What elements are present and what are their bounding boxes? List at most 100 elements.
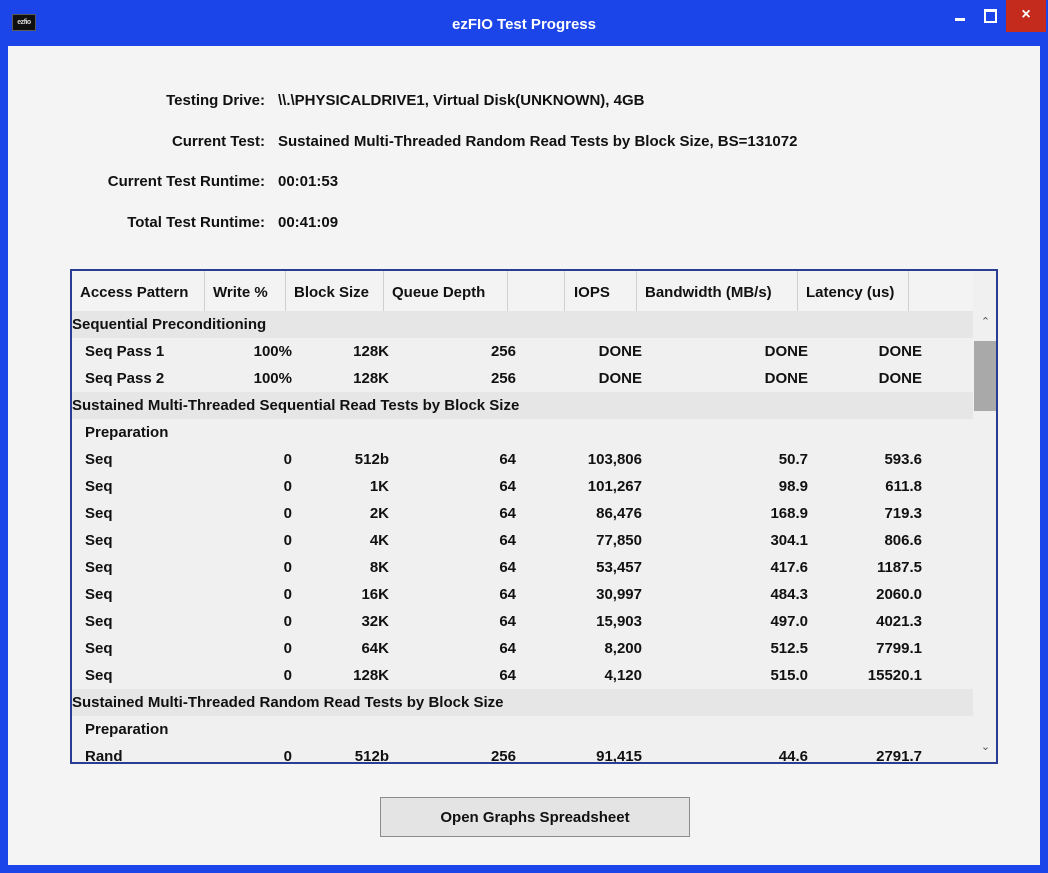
table-row[interactable]: Seq Pass 1 100% 128K 256 DONE DONE DONE [72,338,973,365]
maximize-button[interactable] [976,0,1004,32]
testing-drive-value: \\.\PHYSICALDRIVE1, Virtual Disk(UNKNOWN… [278,92,645,109]
testing-drive-row: Testing Drive: [8,92,265,112]
column-header-access-pattern[interactable]: Access Pattern [72,271,205,311]
iops-cell: 101,267 [587,478,642,495]
group-label: Sustained Multi-Threaded Sequential Read… [72,397,520,414]
write-pct-cell: 0 [283,451,292,468]
table-row[interactable]: Seq Pass 2 100% 128K 256 DONE DONE DONE [72,365,973,392]
block-size-cell: 512b [354,451,389,468]
write-pct-cell: 0 [283,613,292,630]
current-test-row: Current Test: [8,133,265,153]
testing-drive-label: Testing Drive: [166,92,265,109]
current-runtime-value: 00:01:53 [278,173,339,190]
vertical-scrollbar[interactable]: ⌃ ⌄ [973,311,996,762]
iops-cell: 30,997 [596,586,642,603]
results-table[interactable]: Access Pattern Write % Block Size Queue … [70,269,998,764]
subgroup-row[interactable]: Preparation [72,716,973,743]
scroll-down-icon[interactable]: ⌄ [973,740,996,760]
queue-depth-cell: 256 [490,748,516,764]
block-size-cell: 4K [369,532,389,549]
group-row[interactable]: Sequential Preconditioning [72,311,973,338]
queue-depth-cell: 64 [499,532,516,549]
bandwidth-cell: DONE [764,370,808,387]
bandwidth-cell: DONE [764,343,808,360]
latency-cell: 15520.1 [867,667,922,684]
maximize-icon [984,9,997,23]
write-pct-cell: 0 [283,532,292,549]
bandwidth-cell: 50.7 [778,451,808,468]
table-row[interactable]: Seq 0 1K 64 101,267 98.9 611.8 [72,473,973,500]
table-row[interactable]: Seq 0 4K 64 77,850 304.1 806.6 [72,527,973,554]
table-row[interactable]: Seq 0 32K 64 15,903 497.0 4021.3 [72,608,973,635]
total-runtime-row: Total Test Runtime: [8,214,265,234]
iops-cell: DONE [598,370,642,387]
current-test-label: Current Test: [171,133,265,150]
bandwidth-cell: 512.5 [770,640,808,657]
access-pattern-cell: Seq [85,559,113,576]
table-row[interactable]: Seq 0 512b 64 103,806 50.7 593.6 [72,446,973,473]
bandwidth-cell: 497.0 [770,613,808,630]
bandwidth-cell: 44.6 [778,748,808,764]
access-pattern-cell: Seq [85,586,113,603]
iops-cell: 103,806 [587,451,642,468]
column-header-bandwidth[interactable]: Bandwidth (MB/s) [637,271,798,311]
table-row[interactable]: Seq 0 64K 64 8,200 512.5 7799.1 [72,635,973,662]
latency-cell: 1187.5 [876,559,922,576]
scrollbar-thumb[interactable] [974,341,996,411]
latency-cell: 611.8 [885,478,922,495]
write-pct-cell: 0 [283,505,292,522]
open-graphs-spreadsheet-button[interactable]: Open Graphs Spreadsheet [380,797,690,837]
access-pattern-cell: Rand [85,748,123,764]
iops-cell: 53,457 [596,559,642,576]
column-header-blank[interactable] [508,271,565,311]
bandwidth-cell: 417.6 [770,559,808,576]
iops-cell: 8,200 [604,640,642,657]
column-header-write-pct[interactable]: Write % [205,271,286,311]
current-runtime-row: Current Test Runtime: [8,173,265,193]
subgroup-label: Preparation [85,424,169,441]
iops-cell: 15,903 [596,613,642,630]
group-row[interactable]: Sustained Multi-Threaded Sequential Read… [72,392,973,419]
column-header-queue-depth[interactable]: Queue Depth [384,271,508,311]
block-size-cell: 8K [369,559,389,576]
table-row[interactable]: Seq 0 8K 64 53,457 417.6 1187.5 [72,554,973,581]
iops-cell: 91,415 [596,748,642,764]
block-size-cell: 2K [369,505,389,522]
table-header: Access Pattern Write % Block Size Queue … [72,271,973,312]
column-header-block-size[interactable]: Block Size [286,271,384,311]
current-test-value: Sustained Multi-Threaded Random Read Tes… [278,133,798,150]
queue-depth-cell: 256 [490,370,516,387]
column-header-latency[interactable]: Latency (us) [798,271,909,311]
group-row[interactable]: Sustained Multi-Threaded Random Read Tes… [72,689,973,716]
write-pct-cell: 0 [283,478,292,495]
block-size-cell: 32K [361,613,389,630]
block-size-cell: 128K [353,343,389,360]
iops-cell: 86,476 [596,505,642,522]
scroll-up-icon[interactable]: ⌃ [973,315,996,335]
bandwidth-cell: 168.9 [770,505,808,522]
close-icon: × [1021,6,1031,23]
latency-cell: 2791.7 [876,748,922,764]
table-row[interactable]: Rand 0 512b 256 91,415 44.6 2791.7 [72,743,973,764]
access-pattern-cell: Seq Pass 2 [85,370,165,387]
table-row[interactable]: Seq 0 16K 64 30,997 484.3 2060.0 [72,581,973,608]
column-header-iops[interactable]: IOPS [565,271,637,311]
access-pattern-cell: Seq [85,505,113,522]
table-row[interactable]: Seq 0 2K 64 86,476 168.9 719.3 [72,500,973,527]
queue-depth-cell: 256 [490,343,516,360]
latency-cell: 719.3 [884,505,922,522]
queue-depth-cell: 64 [499,559,516,576]
close-button[interactable]: × [1006,0,1046,32]
subgroup-label: Preparation [85,721,169,738]
table-row[interactable]: Seq 0 128K 64 4,120 515.0 15520.1 [72,662,973,689]
minimize-button[interactable] [946,0,974,32]
write-pct-cell: 0 [283,586,292,603]
subgroup-row[interactable]: Preparation [72,419,973,446]
block-size-cell: 512b [354,748,389,764]
bandwidth-cell: 515.0 [770,667,808,684]
access-pattern-cell: Seq Pass 1 [85,343,165,360]
block-size-cell: 64K [361,640,389,657]
latency-cell: 4021.3 [876,613,922,630]
write-pct-cell: 0 [283,559,292,576]
access-pattern-cell: Seq [85,532,113,549]
